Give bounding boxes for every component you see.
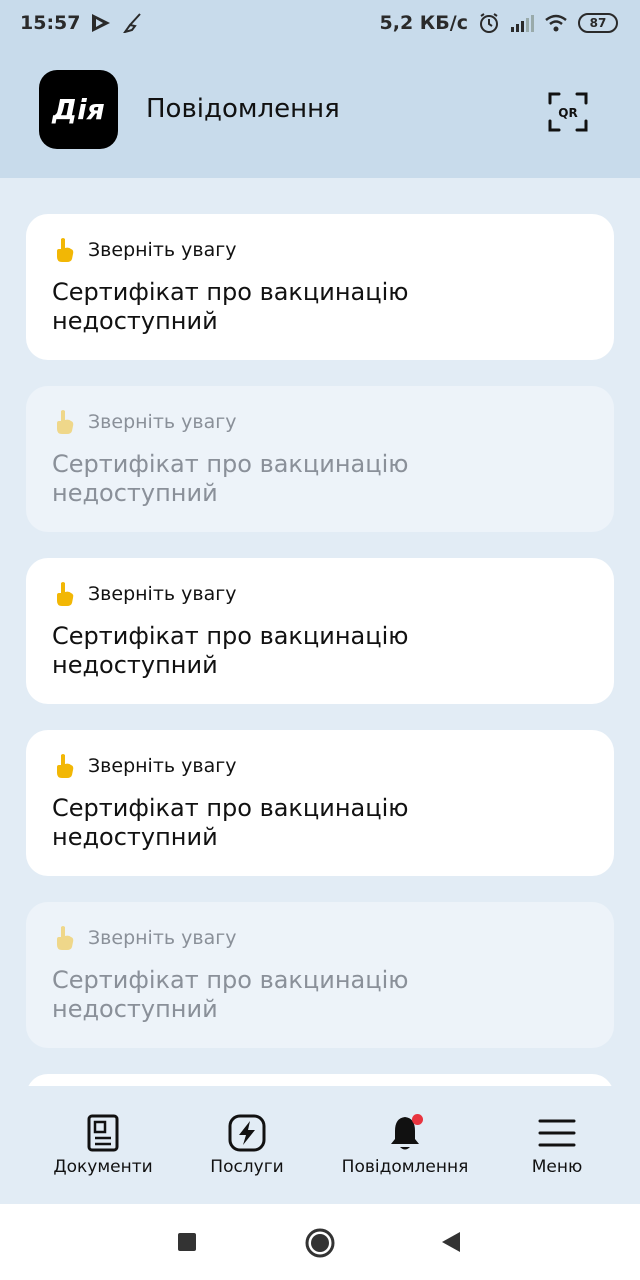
qr-scan-button[interactable]: QR [548, 92, 588, 132]
battery-icon: 87 [578, 13, 618, 33]
notification-card[interactable]: Зверніть увагу Сертифікат про вакцинацію… [26, 214, 614, 360]
qr-label: QR [558, 106, 577, 120]
notification-text: Сертифікат про вакцинацію недоступний [52, 450, 409, 507]
notification-text: Сертифікат про вакцинацію недоступний [52, 966, 409, 1023]
notification-card[interactable]: Зверніть увагу Сертифікат про вакцинацію… [26, 558, 614, 704]
notification-label: Зверніть увагу [88, 411, 237, 433]
notification-label: Зверніть увагу [88, 755, 237, 777]
document-icon [87, 1114, 119, 1152]
nav-documents[interactable]: Документи [50, 1086, 156, 1204]
nav-notifications[interactable]: Повідомлення [337, 1086, 473, 1204]
pointing-hand-icon [57, 926, 74, 950]
notifications-list[interactable]: Зверніть увагу Сертифікат про вакцинацію… [26, 214, 614, 1086]
notification-card-partial[interactable] [26, 1074, 614, 1086]
network-speed: 5,2 КБ/с [379, 12, 469, 34]
page-title: Повідомлення [146, 94, 340, 124]
square-icon [178, 1233, 196, 1251]
system-nav-bar [0, 1204, 640, 1280]
signal-icon [511, 15, 534, 32]
nav-label: Документи [53, 1157, 153, 1177]
notification-text: Сертифікат про вакцинацію недоступний [52, 278, 409, 335]
status-bar: 15:57 5,2 КБ/с 87 [0, 0, 640, 46]
pointing-hand-icon [57, 410, 74, 434]
logo-text: Дія [52, 93, 105, 126]
diia-logo: Дія [39, 70, 118, 149]
pointing-hand-icon [57, 238, 74, 262]
notification-label: Зверніть увагу [88, 927, 237, 949]
notification-text: Сертифікат про вакцинацію недоступний [52, 794, 409, 851]
menu-icon [538, 1119, 576, 1147]
wifi-icon [545, 14, 567, 32]
notification-card[interactable]: Зверніть увагу Сертифікат про вакцинацію… [26, 386, 614, 532]
qr-icon: QR [548, 92, 588, 132]
nav-label: Повідомлення [341, 1157, 469, 1177]
notification-label: Зверніть увагу [88, 239, 237, 261]
pointing-hand-icon [57, 582, 74, 606]
pointing-hand-icon [57, 754, 74, 778]
bottom-nav: Документи Послуги Повідомлення Меню [0, 1086, 640, 1204]
nav-label: Меню [531, 1157, 583, 1177]
lightning-icon [228, 1114, 266, 1152]
alarm-icon [480, 13, 498, 33]
notification-label: Зверніть увагу [88, 583, 237, 605]
back-triangle-icon [442, 1232, 460, 1252]
notification-badge [412, 1114, 423, 1125]
play-icon [92, 14, 111, 32]
notification-card[interactable]: Зверніть увагу Сертифікат про вакцинацію… [26, 902, 614, 1048]
recent-apps-button[interactable] [177, 1232, 197, 1252]
status-time: 15:57 [20, 12, 81, 34]
app-header: Дія Повідомлення QR [0, 46, 640, 178]
nav-menu[interactable]: Меню [527, 1086, 587, 1204]
back-button[interactable] [440, 1231, 462, 1253]
notification-text: Сертифікат про вакцинацію недоступний [52, 622, 409, 679]
nav-label: Послуги [210, 1157, 284, 1177]
home-button[interactable] [304, 1227, 336, 1259]
nav-services[interactable]: Послуги [207, 1086, 287, 1204]
home-circle-icon [305, 1228, 335, 1258]
notification-card[interactable]: Зверніть увагу Сертифікат про вакцинацію… [26, 730, 614, 876]
broom-icon [123, 13, 142, 33]
